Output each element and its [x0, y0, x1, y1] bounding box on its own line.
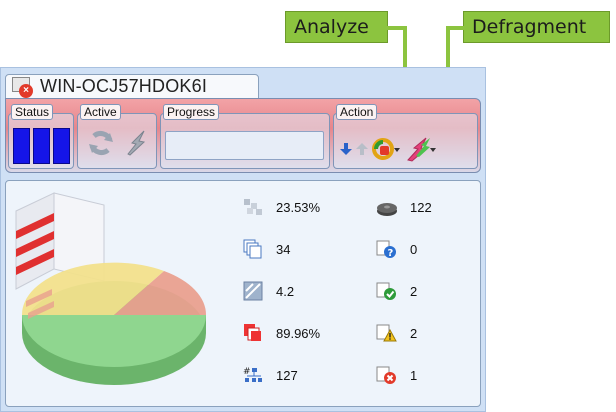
error-value: 1 — [410, 367, 418, 383]
error-icon — [376, 365, 398, 385]
computer-widget: × WIN-OCJ57HDOK6I Status Active Progress… — [0, 67, 486, 412]
toolbar-band: Status Active Progress Action — [5, 98, 481, 173]
fragments-stat: 4.2 — [242, 280, 294, 302]
defragment-dropdown-icon[interactable] — [406, 136, 438, 162]
computer-name: WIN-OCJ57HDOK6I — [40, 76, 208, 96]
question-stat: ? 0 — [376, 238, 417, 260]
progress-bar — [165, 131, 324, 160]
status-group: Status — [8, 104, 74, 169]
question-value: 0 — [410, 241, 418, 257]
svg-text:?: ? — [388, 248, 394, 259]
warning-stat: 2 — [376, 322, 417, 344]
fragmented-percent-value: 89.96% — [276, 325, 321, 341]
action-group-label: Action — [336, 104, 378, 120]
active-group: Active — [77, 104, 157, 169]
statistics-panel: 23.53% 34 4.2 89.96% # 127 122 ? 0 2 2 1 — [5, 180, 481, 407]
question-icon: ? — [376, 239, 398, 259]
computer-error-icon: × — [12, 76, 34, 98]
action-group: Action — [333, 104, 478, 169]
fragmentation-stat: 23.53% — [242, 196, 320, 218]
defragment-callout: Defragment — [463, 11, 610, 43]
files-icon — [242, 239, 264, 259]
check-icon — [376, 281, 398, 301]
analyze-dropdown-icon[interactable] — [372, 136, 402, 162]
check-stat: 2 — [376, 280, 417, 302]
move-up-icon[interactable] — [356, 142, 368, 156]
disk-pie-chart — [15, 192, 207, 385]
progress-group: Progress — [160, 104, 330, 169]
computer-title-tab[interactable]: × WIN-OCJ57HDOK6I — [5, 74, 259, 99]
error-stat: 1 — [376, 364, 417, 386]
hierarchy-stat: # 127 — [242, 364, 298, 386]
files-stat: 34 — [242, 238, 290, 260]
refresh-icon[interactable] — [86, 128, 116, 158]
fragmentation-value: 23.53% — [276, 199, 321, 215]
check-value: 2 — [410, 283, 418, 299]
hierarchy-icon: # — [242, 365, 264, 385]
active-group-label: Active — [80, 104, 121, 120]
disk-value: 122 — [410, 199, 432, 215]
fragments-icon — [242, 281, 264, 301]
lightning-icon[interactable] — [122, 128, 152, 158]
warning-value: 2 — [410, 325, 418, 341]
disk-icon — [376, 197, 398, 217]
progress-group-label: Progress — [163, 104, 220, 120]
fragments-value: 4.2 — [276, 283, 295, 299]
fragmented-percent-stat: 89.96% — [242, 322, 320, 344]
disk-stat: 122 — [376, 196, 432, 218]
fragmented-percent-icon — [242, 323, 264, 343]
analyze-callout: Analyze — [285, 11, 388, 43]
move-down-icon[interactable] — [340, 142, 352, 156]
status-indicator — [13, 128, 70, 164]
hierarchy-value: 127 — [276, 367, 298, 383]
fragmentation-icon — [242, 197, 264, 217]
files-value: 34 — [276, 241, 291, 257]
warning-icon — [376, 323, 398, 343]
status-group-label: Status — [11, 104, 54, 120]
